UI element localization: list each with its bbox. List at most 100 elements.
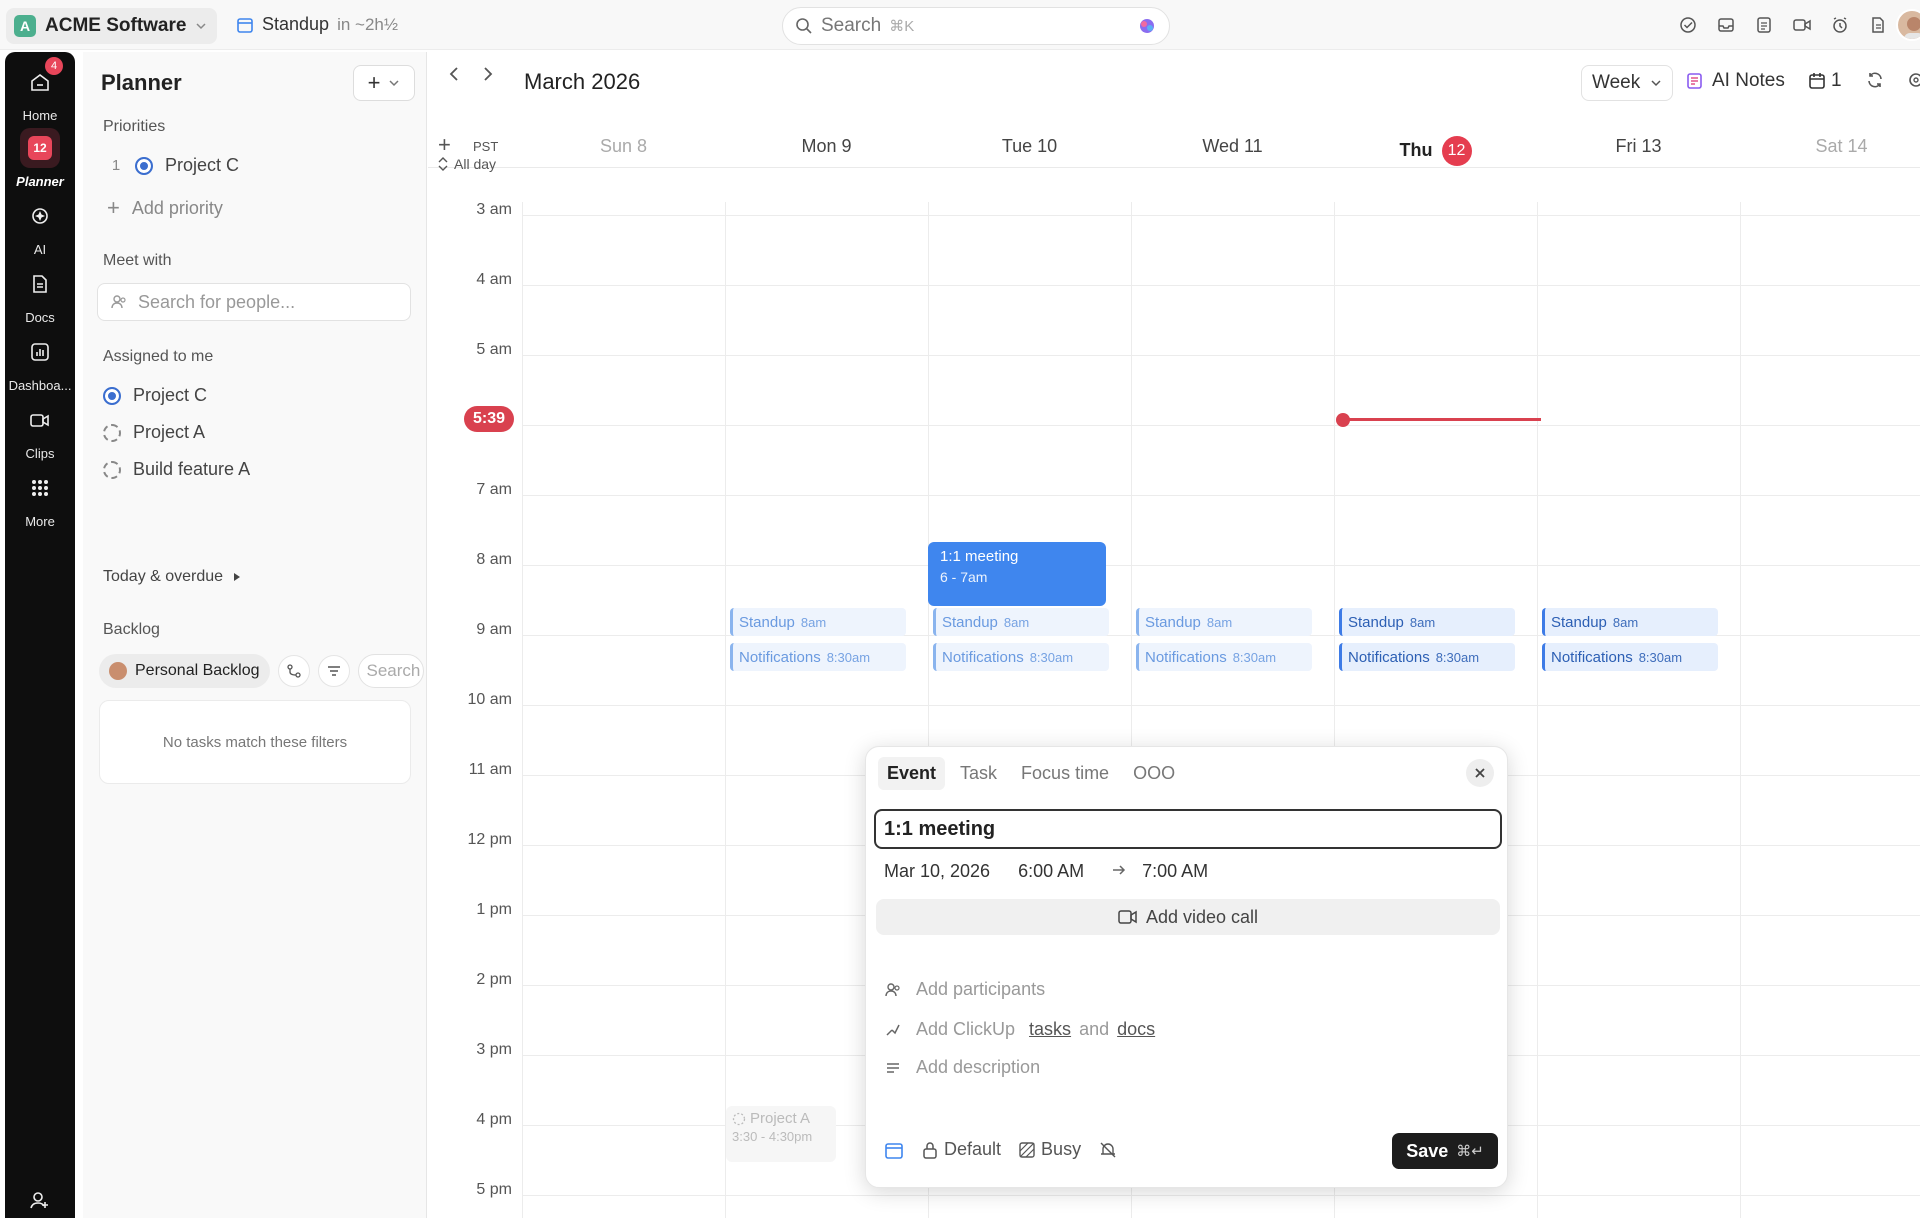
add-priority-button[interactable]: + Add priority xyxy=(107,195,223,221)
add-menu-button[interactable]: + xyxy=(353,65,415,101)
rail-item-home[interactable]: 4 Home xyxy=(5,57,75,123)
gear-icon[interactable] xyxy=(1906,71,1920,89)
day-header[interactable]: Sat 14 xyxy=(1740,136,1920,157)
day-header-today[interactable]: Thu 12 xyxy=(1334,136,1537,166)
previous-week-icon[interactable] xyxy=(448,66,460,82)
tab-ooo[interactable]: OOO xyxy=(1124,757,1184,790)
availability-label: Busy xyxy=(1041,1139,1082,1159)
rail-item-planner[interactable]: 12 Planner xyxy=(5,128,75,189)
global-search[interactable]: Search ⌘K xyxy=(782,7,1170,45)
subtask-icon[interactable] xyxy=(277,655,310,687)
assigned-task[interactable]: Project A xyxy=(103,422,205,443)
next-week-icon[interactable] xyxy=(482,66,494,82)
availability-selector[interactable]: Busy xyxy=(1019,1139,1081,1160)
rail-label-more: More xyxy=(25,514,55,529)
inbox-icon[interactable] xyxy=(1714,13,1738,37)
event-start-time[interactable]: 6:00 AM xyxy=(1018,861,1084,882)
day-header[interactable]: Tue 10 xyxy=(928,136,1131,157)
visibility-selector[interactable]: Default xyxy=(922,1139,1001,1160)
assigned-task[interactable]: Project C xyxy=(103,385,207,406)
user-avatar[interactable] xyxy=(1896,9,1920,41)
event-block-meeting[interactable]: 1:1 meeting 6 - 7am xyxy=(928,542,1106,606)
event-title: Notifications xyxy=(942,648,1024,666)
event-block-notifications[interactable]: Notifications 8:30am xyxy=(1339,643,1515,671)
document-icon[interactable] xyxy=(1866,13,1890,37)
day-header[interactable]: Sun 8 xyxy=(522,136,725,157)
event-block-standup[interactable]: Standup 8am xyxy=(730,608,906,636)
event-block-notifications[interactable]: Notifications 8:30am xyxy=(1136,643,1312,671)
add-video-call-button[interactable]: Add video call xyxy=(876,899,1500,935)
event-end-time[interactable]: 7:00 AM xyxy=(1142,861,1208,882)
tab-task[interactable]: Task xyxy=(951,757,1006,790)
add-tasks-link[interactable]: tasks xyxy=(1029,1019,1071,1040)
status-circle-icon[interactable] xyxy=(103,386,121,405)
event-title-input[interactable]: 1:1 meeting xyxy=(874,809,1502,849)
backlog-selector[interactable]: Personal Backlog xyxy=(99,654,270,688)
event-time: 8:30am xyxy=(1638,649,1683,665)
backlog-search-input[interactable]: Search xyxy=(357,654,424,688)
day-header[interactable]: Mon 9 xyxy=(725,136,928,157)
ai-sparkle-icon[interactable] xyxy=(1137,16,1157,36)
notepad-icon[interactable] xyxy=(1752,13,1776,37)
tab-event[interactable]: Event xyxy=(878,757,946,790)
rail-item-invite[interactable] xyxy=(5,1180,75,1220)
event-block-standup[interactable]: Standup 8am xyxy=(1136,608,1312,636)
event-block-standup[interactable]: Standup 8am xyxy=(933,608,1109,636)
workspace-switcher[interactable]: A ACME Software xyxy=(6,8,218,44)
rail-item-docs[interactable]: Docs xyxy=(5,264,75,325)
event-block-standup[interactable]: Standup 8am xyxy=(1542,608,1718,636)
priority-item[interactable]: 1 Project C xyxy=(109,155,239,176)
status-circle-icon[interactable] xyxy=(135,156,153,175)
alarm-clock-icon[interactable] xyxy=(1828,13,1852,37)
event-block-notifications[interactable]: Notifications 8:30am xyxy=(933,643,1109,671)
assigned-task-label: Project C xyxy=(133,385,208,405)
bell-off-icon[interactable] xyxy=(1099,1141,1117,1159)
view-selector[interactable]: Week xyxy=(1581,65,1674,101)
status-circle-icon[interactable] xyxy=(103,423,121,442)
notification-badge: 4 xyxy=(45,57,63,75)
hour-gridline xyxy=(522,215,1920,216)
add-timezone-icon[interactable]: + xyxy=(438,132,451,158)
day-header[interactable]: Fri 13 xyxy=(1537,136,1740,157)
add-description-row[interactable]: Add description xyxy=(884,1057,1040,1078)
calendar-icon[interactable] xyxy=(884,1140,904,1160)
day-column-divider xyxy=(725,202,726,1218)
all-day-toggle[interactable]: All day xyxy=(438,156,496,172)
day-header[interactable]: Wed 11 xyxy=(1131,136,1334,157)
video-icon[interactable] xyxy=(1790,13,1814,37)
status-circle-icon[interactable] xyxy=(103,460,121,479)
close-button[interactable] xyxy=(1466,759,1494,787)
check-circle-icon[interactable] xyxy=(1676,13,1700,37)
event-block-notifications[interactable]: Notifications 8:30am xyxy=(1542,643,1718,671)
hour-label: 5 am xyxy=(476,341,512,358)
people-icon xyxy=(884,981,902,999)
event-date[interactable]: Mar 10, 2026 xyxy=(884,861,990,882)
add-participants-row[interactable]: Add participants xyxy=(884,979,1045,1000)
next-event-title: Standup xyxy=(262,14,330,34)
tab-focus-time[interactable]: Focus time xyxy=(1012,757,1118,790)
filter-icon[interactable] xyxy=(317,655,350,687)
next-event-indicator[interactable]: Standup in ~2h½ xyxy=(236,14,398,35)
today-overdue-toggle[interactable]: Today & overdue xyxy=(103,568,241,586)
chevron-down-icon xyxy=(1650,77,1662,89)
add-docs-link[interactable]: docs xyxy=(1117,1019,1155,1040)
rail-item-dashboards[interactable]: Dashboa... xyxy=(5,332,75,393)
arrow-right-icon xyxy=(1112,861,1126,882)
rail-item-clips[interactable]: Clips xyxy=(5,400,75,461)
event-block-notifications[interactable]: Notifications 8:30am xyxy=(730,643,906,671)
visibility-label: Default xyxy=(944,1139,1002,1159)
add-user-icon xyxy=(20,1180,60,1220)
rail-item-more[interactable]: More xyxy=(5,468,75,529)
video-icon xyxy=(1118,909,1138,925)
people-search-input[interactable]: Search for people... xyxy=(97,283,411,321)
assigned-task[interactable]: Build feature A xyxy=(103,459,250,480)
connected-calendars-button[interactable]: 1 xyxy=(1808,70,1842,92)
current-time-line xyxy=(1342,418,1541,421)
ai-notes-button[interactable]: AI Notes xyxy=(1686,70,1785,92)
save-button[interactable]: Save ⌘↵ xyxy=(1392,1133,1498,1169)
rail-item-ai[interactable]: AI xyxy=(5,196,75,257)
task-block-project-a[interactable]: Project A 3:30 - 4:30pm xyxy=(726,1106,836,1162)
refresh-icon[interactable] xyxy=(1866,71,1884,89)
event-block-standup[interactable]: Standup 8am xyxy=(1339,608,1515,636)
hour-label: 1 pm xyxy=(476,901,512,918)
